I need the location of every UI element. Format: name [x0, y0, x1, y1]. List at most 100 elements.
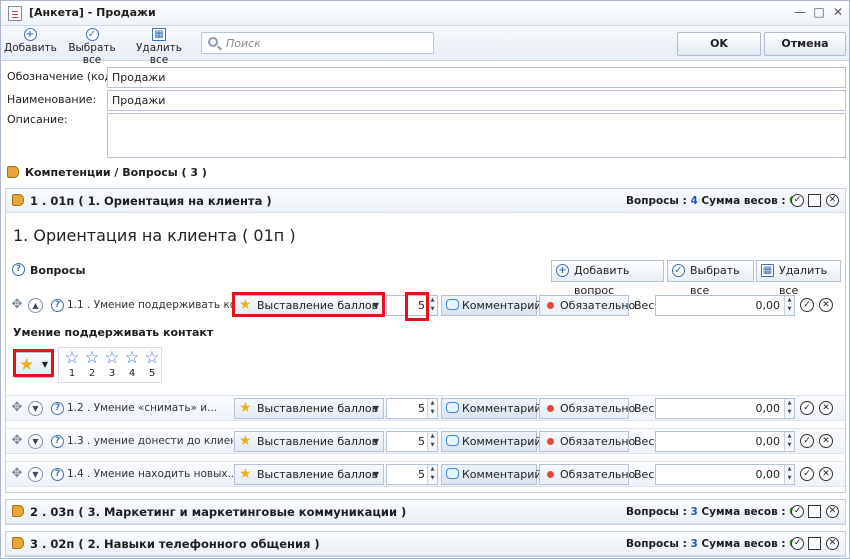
comment-button[interactable]: Комментарий: [441, 398, 542, 419]
scale-stepper[interactable]: 5 ▲ ▼: [386, 431, 438, 452]
scale-stepper[interactable]: 5 ▲ ▼: [386, 464, 438, 485]
maximize-button[interactable]: □: [809, 4, 829, 22]
cancel-button[interactable]: Отмена: [764, 32, 846, 56]
star-option[interactable]: ☆ 4: [122, 349, 142, 380]
ok-button[interactable]: OK: [677, 32, 761, 56]
star-option[interactable]: ☆ 1: [62, 349, 82, 380]
group-title: 2 . 03п ( 3. Маркетинг и маркетинговые к…: [30, 505, 407, 519]
breadcrumb-text: Компетенции / Вопросы ( 3 ): [25, 166, 207, 179]
chevron-down-icon: ▼: [372, 470, 379, 479]
required-button[interactable]: Обязательно: [539, 464, 635, 485]
star-option[interactable]: ☆ 2: [82, 349, 102, 380]
search-input[interactable]: Поиск: [201, 32, 434, 54]
comment-button[interactable]: Комментарий: [441, 464, 542, 485]
check-icon: ✓: [672, 264, 685, 277]
delete-all-label: Удалить все: [136, 42, 182, 66]
question-row-2[interactable]: ✥ ▼ ? 1.2 . Умение «снимать» и... ★ Выста…: [6, 395, 845, 421]
description-field[interactable]: [107, 113, 846, 158]
add-button[interactable]: + Добавить: [4, 28, 57, 59]
question-type-select[interactable]: ★ Выставление баллов ▼: [234, 464, 384, 485]
move-icon[interactable]: ✥: [10, 298, 24, 312]
star-option[interactable]: ☆ 5: [142, 349, 162, 380]
check-circle-icon[interactable]: ✓: [791, 537, 804, 550]
name-field[interactable]: Продажи: [107, 90, 846, 111]
star-icon: ☆: [144, 348, 160, 368]
star-icon: ☆: [104, 348, 120, 368]
required-button[interactable]: Обязательно: [539, 431, 635, 452]
star-scale: ☆ 1 ☆ 2 ☆ 3 ☆ 4 ☆ 5: [58, 347, 162, 383]
weight-field[interactable]: 0,00 ▲ ▼: [655, 398, 795, 419]
star-icon: ☆: [84, 348, 100, 368]
add-question-button[interactable]: + Добавить вопрос: [551, 260, 664, 297]
delete-all-questions-button[interactable]: ▦ Удалить все: [756, 260, 841, 297]
question-icon: ?: [51, 299, 64, 312]
title-bar: [Анкета] - Продажи — □ ✕: [1, 1, 849, 26]
delete-all-button[interactable]: ▦ Удалить все: [127, 28, 191, 66]
select-all-button[interactable]: ✓ Выбрать все: [59, 28, 125, 66]
move-icon[interactable]: ✥: [10, 434, 24, 448]
expand-icon[interactable]: [808, 537, 821, 550]
close-button[interactable]: ✕: [828, 4, 848, 22]
question-detail: Умение поддерживать контакт ★ ▼ ☆ 1 ☆ 2 ☆ 3 …: [6, 319, 845, 389]
question-text: 1.1 . Умение поддерживать контакт: [67, 299, 233, 311]
question-text: 1.2 . Умение «снимать» и...: [67, 402, 218, 414]
expand-icon[interactable]: [808, 194, 821, 207]
check-circle-icon[interactable]: ✓: [791, 194, 804, 207]
check-circle-icon[interactable]: ✓: [800, 467, 814, 481]
required-button[interactable]: Обязательно: [539, 398, 635, 419]
question-row-3[interactable]: ✥ ▼ ? 1.3 . умение донести до клиента ★ В…: [6, 428, 845, 454]
close-circle-icon[interactable]: ✕: [819, 434, 833, 448]
weight-field[interactable]: 0,00 ▲ ▼: [655, 295, 795, 316]
chevron-down-icon[interactable]: ▼: [28, 401, 43, 416]
question-type-select[interactable]: ★ Выставление баллов ▼: [234, 398, 384, 419]
close-circle-icon[interactable]: ✕: [819, 401, 833, 415]
question-type-select[interactable]: ★ Выставление баллов ▼: [234, 431, 384, 452]
move-icon[interactable]: ✥: [10, 467, 24, 481]
chevron-up-icon[interactable]: ▲: [28, 298, 43, 313]
check-circle-icon[interactable]: ✓: [800, 298, 814, 312]
star-icon: ★: [239, 400, 252, 416]
question-icon: ?: [51, 402, 64, 415]
close-circle-icon[interactable]: ✕: [826, 194, 839, 207]
check-circle-icon[interactable]: ✓: [800, 434, 814, 448]
book-icon: [7, 166, 19, 178]
expand-icon[interactable]: [808, 505, 821, 518]
select-all-questions-button[interactable]: ✓ Выбрать все: [667, 260, 754, 297]
check-circle-icon[interactable]: ✓: [791, 505, 804, 518]
search-placeholder: Поиск: [226, 37, 261, 50]
group-title: 3 . 02п ( 2. Навыки телефонного общения …: [30, 537, 320, 551]
competency-group-header[interactable]: 2 . 03п ( 3. Маркетинг и маркетинговые к…: [6, 500, 845, 524]
competency-group-header[interactable]: 1 . 01п ( 1. Ориентация на клиента ) Воп…: [6, 189, 845, 213]
move-icon[interactable]: ✥: [10, 401, 24, 415]
close-circle-icon[interactable]: ✕: [826, 537, 839, 550]
close-circle-icon[interactable]: ✕: [819, 467, 833, 481]
close-circle-icon[interactable]: ✕: [826, 505, 839, 518]
select-all-label: Выбрать все: [68, 42, 116, 66]
minimize-button[interactable]: —: [790, 4, 810, 22]
comment-button[interactable]: Комментарий: [441, 295, 542, 316]
required-button[interactable]: Обязательно: [539, 295, 635, 316]
chevron-down-icon: ▼: [372, 437, 379, 446]
question-icon: ?: [51, 435, 64, 448]
delete-grid-icon: ▦: [152, 28, 166, 41]
required-dot-icon: [547, 405, 554, 412]
competency-group-header[interactable]: 3 . 02п ( 2. Навыки телефонного общения …: [6, 532, 845, 556]
group-stats: Вопросы : 4 Сумма весов : 0: [626, 195, 797, 207]
code-field[interactable]: Продажи: [107, 67, 846, 88]
chevron-down-icon[interactable]: ▼: [28, 434, 43, 449]
scale-stepper[interactable]: 5 ▲ ▼: [386, 398, 438, 419]
weight-field[interactable]: 0,00 ▲ ▼: [655, 431, 795, 452]
weight-field[interactable]: 0,00 ▲ ▼: [655, 464, 795, 485]
close-circle-icon[interactable]: ✕: [819, 298, 833, 312]
comment-button[interactable]: Комментарий: [441, 431, 542, 452]
delete-grid-icon: ▦: [761, 264, 774, 277]
app-window: [Анкета] - Продажи — □ ✕ + Добавить ✓ Вы…: [0, 0, 850, 559]
competency-group-2: 2 . 03п ( 3. Маркетинг и маркетинговые к…: [5, 499, 846, 525]
document-icon: [8, 6, 22, 21]
check-circle-icon[interactable]: ✓: [800, 401, 814, 415]
chevron-down-icon: ▼: [372, 404, 379, 413]
chevron-down-icon[interactable]: ▼: [28, 467, 43, 482]
question-row-4[interactable]: ✥ ▼ ? 1.4 . Умение находить новых... ★ Вы…: [6, 461, 845, 487]
highlight-star-select: [13, 349, 54, 377]
star-option[interactable]: ☆ 3: [102, 349, 122, 380]
